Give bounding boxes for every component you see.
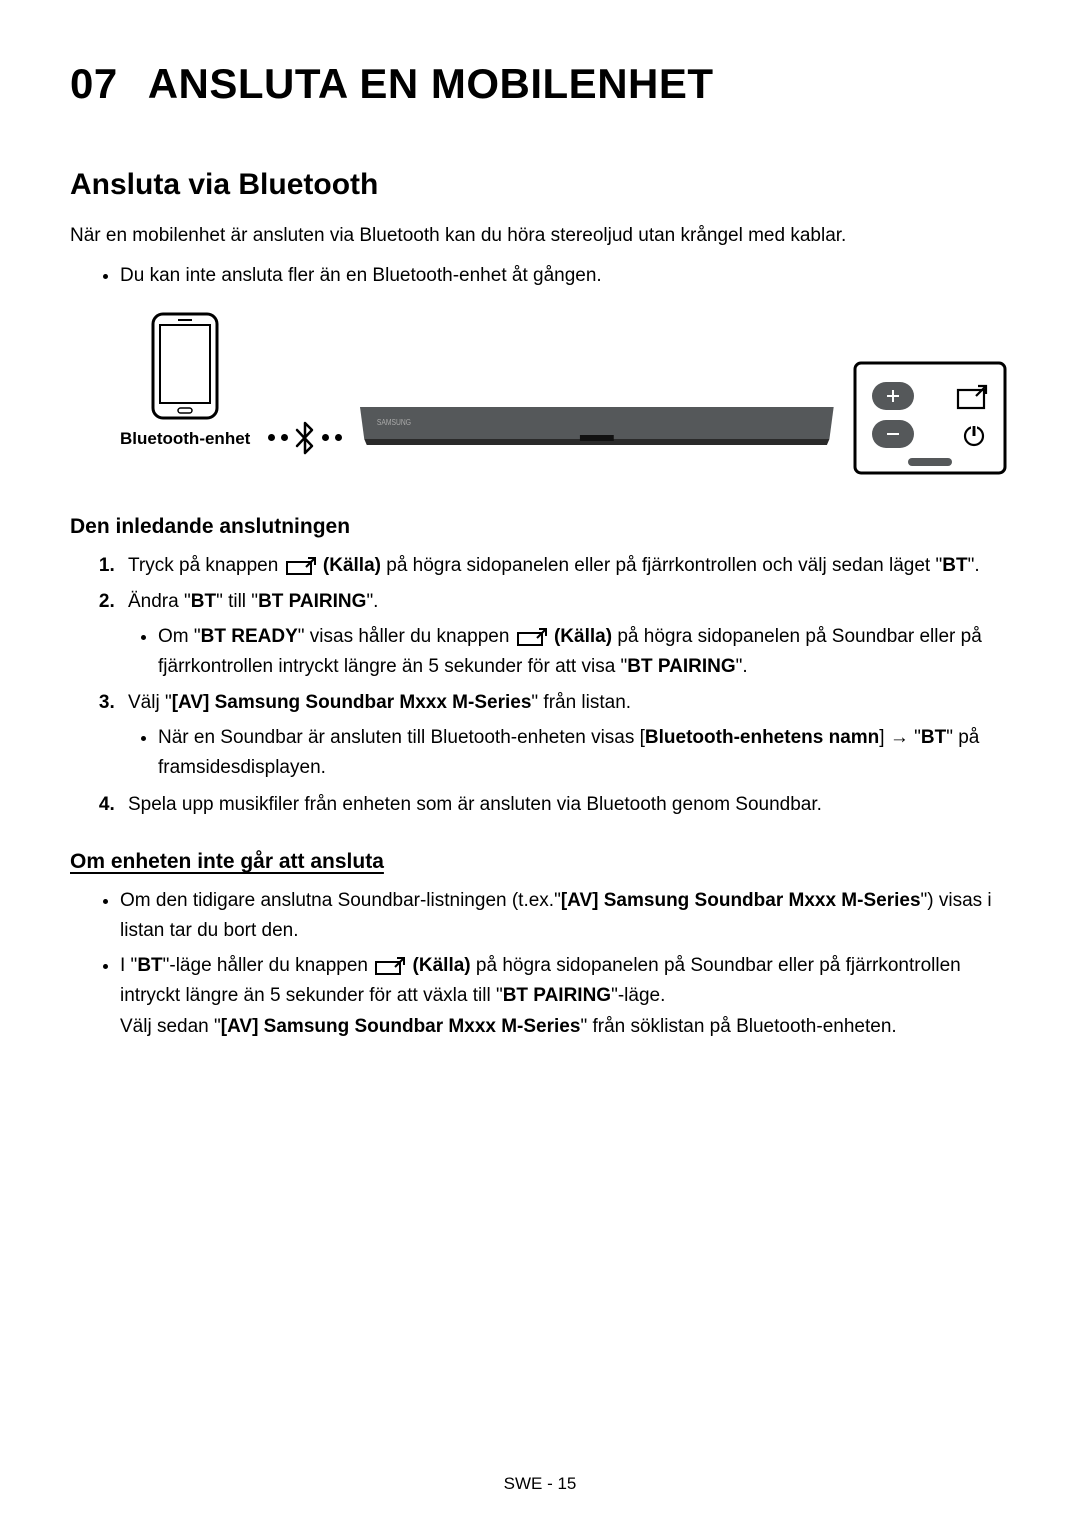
initial-steps: Tryck på knappen (Källa) på högra sidopa… [70,551,1010,820]
step-4: Spela upp musikfiler från enheten som är… [120,790,1010,820]
intro-bullet: Du kan inte ansluta fler än en Bluetooth… [120,261,1010,291]
phone-block: Bluetooth-enhet [120,311,250,485]
soundbar-block: SAMSUNG [360,399,834,449]
phone-label: Bluetooth-enhet [120,429,250,449]
trouble-item-1: Om den tidigare anslutna Soundbar-listni… [120,886,1010,947]
intro-text: När en mobilenhet är ansluten via Blueto… [70,222,1010,251]
svg-text:SAMSUNG: SAMSUNG [377,417,411,427]
phone-icon [150,311,220,421]
step-3-sub-item: När en Soundbar är ansluten till Bluetoo… [158,723,1010,784]
step-3: Välj "[AV] Samsung Soundbar Mxxx M-Serie… [120,688,1010,783]
troubleshoot-title: Om enheten inte går att ansluta [70,850,1010,874]
step-2-sub: Om "BT READY" visas håller du knappen (K… [128,622,1010,683]
chapter-title: 07 ANSLUTA EN MOBILENHET [70,60,1010,108]
bluetooth-icon [294,421,316,455]
step-3-sub: När en Soundbar är ansluten till Bluetoo… [128,723,1010,784]
bluetooth-signal [268,421,342,455]
intro-bullet-list: Du kan inte ansluta fler än en Bluetooth… [70,261,1010,291]
source-icon [375,957,405,975]
chapter-title-text: ANSLUTA EN MOBILENHET [148,60,714,107]
trouble-item-2: I "BT"-läge håller du knappen (Källa) på… [120,951,1010,1042]
control-panel-icon [850,358,1010,478]
initial-connection-title: Den inledande anslutningen [70,515,1010,539]
connection-diagram: Bluetooth-enhet SAMSUNG [120,311,1010,485]
soundbar-icon: SAMSUNG [360,399,834,449]
page-footer: SWE - 15 [0,1474,1080,1494]
source-icon [286,557,316,575]
chapter-number: 07 [70,60,118,107]
control-panel-block [850,358,1010,483]
source-icon [517,628,547,646]
step-1: Tryck på knappen (Källa) på högra sidopa… [120,551,1010,581]
section-title: Ansluta via Bluetooth [70,168,1010,202]
step-2-sub-item: Om "BT READY" visas håller du knappen (K… [158,622,1010,683]
troubleshoot-list: Om den tidigare anslutna Soundbar-listni… [70,886,1010,1042]
step-2: Ändra "BT" till "BT PAIRING". Om "BT REA… [120,587,1010,682]
